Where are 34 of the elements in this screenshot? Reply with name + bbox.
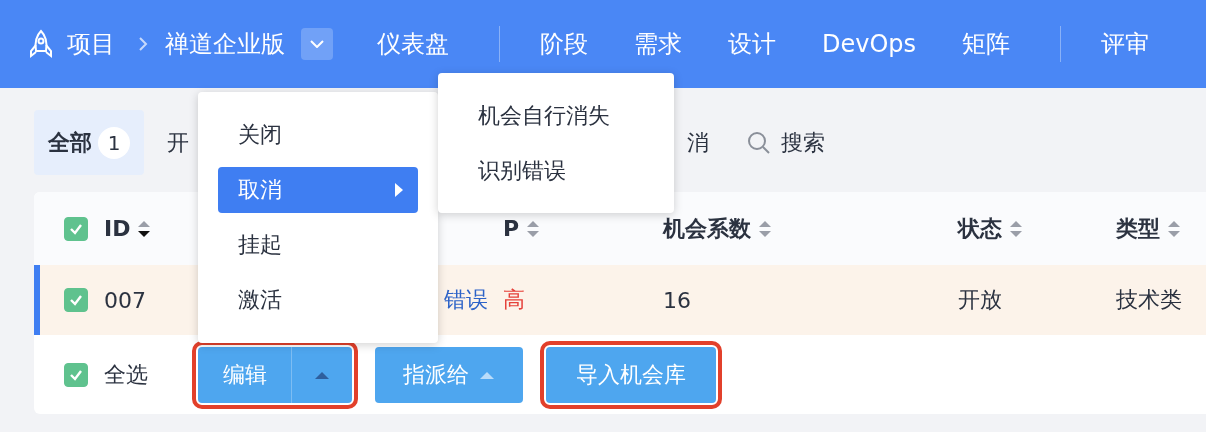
table-cell: 007	[104, 287, 146, 313]
caret-up-icon	[479, 369, 495, 380]
table-cell-text: 开放	[958, 286, 1002, 314]
checkbox[interactable]	[64, 288, 88, 312]
chevron-down-icon	[310, 40, 324, 48]
menu-item[interactable]: 取消	[218, 167, 418, 213]
rocket-icon[interactable]	[28, 29, 54, 59]
caret-up-icon	[314, 369, 330, 380]
sort-icon[interactable]	[136, 218, 153, 239]
menu-item[interactable]: 机会自行消失	[458, 93, 654, 139]
column-header[interactable]: 类型	[1116, 213, 1160, 244]
count-badge: 1	[98, 126, 130, 159]
checkbox[interactable]	[64, 216, 88, 241]
table-cell: 16	[663, 287, 691, 313]
title-link[interactable]: 错误	[444, 287, 488, 312]
column-header[interactable]: ID	[104, 216, 131, 241]
menu-item[interactable]: 关闭	[218, 112, 418, 158]
project-dropdown-button[interactable]	[301, 28, 333, 60]
search-link[interactable]: 搜索	[781, 127, 825, 158]
column-header[interactable]: 状态	[958, 213, 1002, 244]
chevron-right-icon	[138, 36, 148, 52]
dropdown-toggle[interactable]	[291, 346, 352, 403]
menu-item[interactable]: 识别错误	[458, 148, 654, 194]
column-header[interactable]: 机会系数	[663, 213, 751, 244]
column-header[interactable]: P	[503, 216, 520, 241]
menu-item[interactable]: 挂起	[218, 222, 418, 268]
table-cell-text: 高	[503, 286, 525, 314]
checkbox[interactable]	[64, 362, 88, 387]
select-all-label[interactable]: 全选	[104, 359, 148, 390]
search-icon[interactable]	[747, 130, 771, 155]
table-cell-text: 技术类	[1116, 286, 1182, 314]
filter-tab[interactable]: 全部 1	[34, 110, 144, 175]
filter-tab[interactable]: 消	[673, 110, 723, 175]
menu-item[interactable]: 激活	[218, 277, 418, 323]
